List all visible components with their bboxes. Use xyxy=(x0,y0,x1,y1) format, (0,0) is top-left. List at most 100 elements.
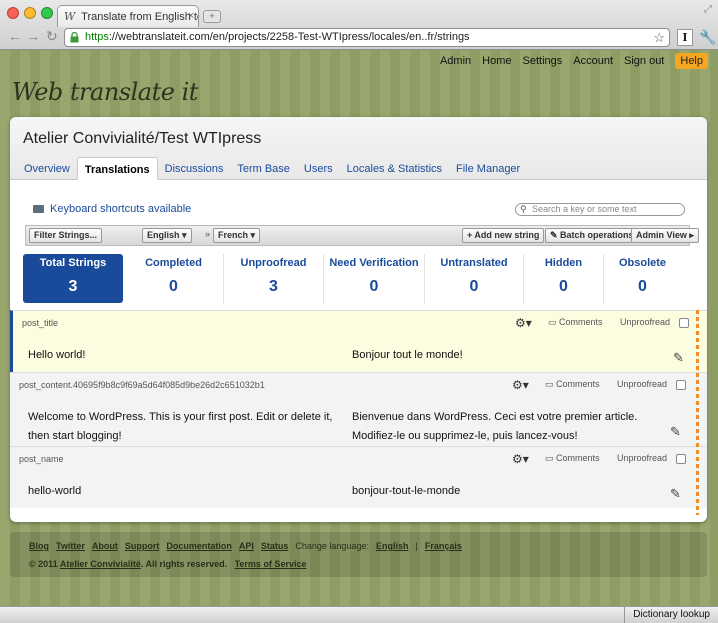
search-icon: ⚲ xyxy=(520,204,527,214)
string-row[interactable]: post_content.40695f9b8c9f69a5d64f085d9be… xyxy=(10,372,707,446)
edit-pencil-icon[interactable]: ✎ xyxy=(670,486,681,502)
edit-pencil-icon[interactable]: ✎ xyxy=(670,424,681,440)
comments-link[interactable]: ▭ Comments xyxy=(545,379,600,390)
zoom-window-button[interactable] xyxy=(41,7,53,19)
source-text: Hello world! xyxy=(28,349,86,361)
keyboard-shortcuts-link[interactable]: Keyboard shortcuts available xyxy=(33,203,191,215)
stat-need-verification[interactable]: Need Verification 0 xyxy=(324,254,425,304)
stat-value: 0 xyxy=(369,278,379,295)
tab-file-manager[interactable]: File Manager xyxy=(449,157,527,180)
close-window-button[interactable] xyxy=(7,7,19,19)
scroll-progress-indicator xyxy=(696,310,699,515)
footer-link-blog[interactable]: Blog xyxy=(29,541,49,551)
language-separator: | xyxy=(415,541,418,551)
gear-menu-icon[interactable]: ⚙▾ xyxy=(512,452,529,466)
tab-title: Translate from English to Fre xyxy=(81,11,198,23)
string-row[interactable]: post_title ⚙▾ ▭ Comments Unproofread Hel… xyxy=(10,310,707,372)
nav-settings[interactable]: Settings xyxy=(523,55,563,67)
tab-users[interactable]: Users xyxy=(297,157,340,180)
forward-icon[interactable]: → xyxy=(26,29,40,43)
select-checkbox[interactable] xyxy=(679,318,689,328)
stat-untranslated[interactable]: Untranslated 0 xyxy=(425,254,524,304)
stat-unproofread[interactable]: Unproofread 3 xyxy=(224,254,324,304)
site-logo[interactable]: Web translate it xyxy=(12,78,198,106)
address-bar[interactable]: https://webtranslateit.com/en/projects/2… xyxy=(64,28,670,47)
add-new-string-button[interactable]: + Add new string xyxy=(462,228,545,243)
footer-link-status[interactable]: Status xyxy=(261,541,289,551)
admin-view-button[interactable]: Admin View ▸ xyxy=(631,228,699,243)
browser-bottom-bar: Dictionary lookup xyxy=(0,606,718,623)
search-placeholder: Search a key or some text xyxy=(532,204,637,214)
tab-translations[interactable]: Translations xyxy=(76,157,158,180)
select-checkbox[interactable] xyxy=(676,380,686,390)
nav-admin[interactable]: Admin xyxy=(440,55,471,67)
target-text[interactable]: Bienvenue dans WordPress. Ceci est votre… xyxy=(352,408,662,446)
footer: Blog Twitter About Support Documentation… xyxy=(10,532,707,577)
nav-home[interactable]: Home xyxy=(482,55,511,67)
batch-operations-button[interactable]: ✎ Batch operations xyxy=(545,228,639,243)
new-tab-button[interactable]: + xyxy=(203,10,221,23)
reload-icon[interactable]: ↻ xyxy=(46,29,58,43)
stat-value: 0 xyxy=(638,278,647,295)
tab-overview[interactable]: Overview xyxy=(17,157,77,180)
footer-link-about[interactable]: About xyxy=(92,541,118,551)
stat-value: 3 xyxy=(68,278,78,295)
stat-obsolete[interactable]: Obsolete 0 xyxy=(604,254,681,304)
comments-label: Comments xyxy=(556,379,600,389)
minimize-window-button[interactable] xyxy=(24,7,36,19)
string-key: post_content.40695f9b8c9f69a5d64f085d9be… xyxy=(19,380,265,390)
nav-account[interactable]: Account xyxy=(573,55,613,67)
gear-menu-icon[interactable]: ⚙▾ xyxy=(512,378,529,392)
string-key: post_name xyxy=(19,454,64,464)
change-language-label: Change language: xyxy=(295,541,369,551)
bookmark-star-icon[interactable]: ☆ xyxy=(653,30,665,46)
gear-menu-icon[interactable]: ⚙▾ xyxy=(515,316,532,330)
browser-tab[interactable]: W Translate from English to Fre × xyxy=(57,5,199,27)
stat-value: 0 xyxy=(559,278,568,295)
tab-term-base[interactable]: Term Base xyxy=(230,157,297,180)
search-input[interactable]: ⚲ Search a key or some text xyxy=(515,203,685,216)
target-language-value: French xyxy=(218,230,249,240)
terms-of-service-link[interactable]: Terms of Service xyxy=(235,559,307,569)
comments-label: Comments xyxy=(559,317,603,327)
project-tabs: Overview Translations Discussions Term B… xyxy=(17,157,527,180)
tab-discussions[interactable]: Discussions xyxy=(158,157,231,180)
nav-sign-out[interactable]: Sign out xyxy=(624,55,664,67)
filter-strings-button[interactable]: Filter Strings... xyxy=(29,228,103,243)
window-resize-icon[interactable]: ⤢ xyxy=(704,4,712,15)
footer-link-twitter[interactable]: Twitter xyxy=(56,541,85,551)
stat-label: Need Verification xyxy=(329,257,419,269)
stat-label: Untranslated xyxy=(440,257,508,269)
help-button[interactable]: Help xyxy=(675,53,708,69)
close-tab-icon[interactable]: × xyxy=(188,10,194,22)
back-icon[interactable]: ← xyxy=(8,29,22,43)
company-link[interactable]: Atelier Convivialité xyxy=(60,559,141,569)
extension-icon[interactable]: I xyxy=(677,29,693,46)
tab-locales-statistics[interactable]: Locales & Statistics xyxy=(340,157,449,180)
stat-label: Unproofread xyxy=(240,257,307,269)
footer-link-support[interactable]: Support xyxy=(125,541,160,551)
comments-link[interactable]: ▭ Comments xyxy=(545,453,600,464)
lock-icon xyxy=(70,32,79,43)
stat-total-strings[interactable]: Total Strings 3 xyxy=(23,254,123,303)
stat-label: Total Strings xyxy=(39,257,107,269)
comments-link[interactable]: ▭ Comments xyxy=(548,317,603,328)
source-language-value: English xyxy=(147,230,180,240)
string-row[interactable]: post_name ⚙▾ ▭ Comments Unproofread hell… xyxy=(10,446,707,508)
language-french-link[interactable]: Français xyxy=(425,541,462,551)
stat-hidden[interactable]: Hidden 0 xyxy=(524,254,604,304)
language-english-link[interactable]: English xyxy=(376,541,409,551)
statistics-bar: Total Strings 3 Completed 0 Unproofread … xyxy=(23,254,691,304)
target-text[interactable]: Bonjour tout le monde! xyxy=(352,346,662,365)
edit-pencil-icon[interactable]: ✎ xyxy=(673,350,684,366)
stat-completed[interactable]: Completed 0 xyxy=(124,254,224,304)
footer-link-documentation[interactable]: Documentation xyxy=(166,541,232,551)
select-checkbox[interactable] xyxy=(676,454,686,464)
source-language-select[interactable]: English ▾ xyxy=(142,228,192,243)
batch-operations-label: Batch operations xyxy=(560,230,634,240)
dictionary-lookup-button[interactable]: Dictionary lookup xyxy=(624,607,718,623)
target-language-select[interactable]: French ▾ xyxy=(213,228,261,243)
wrench-menu-icon[interactable]: 🔧 xyxy=(699,29,716,46)
footer-link-api[interactable]: API xyxy=(239,541,254,551)
target-text[interactable]: bonjour-tout-le-monde xyxy=(352,482,662,501)
